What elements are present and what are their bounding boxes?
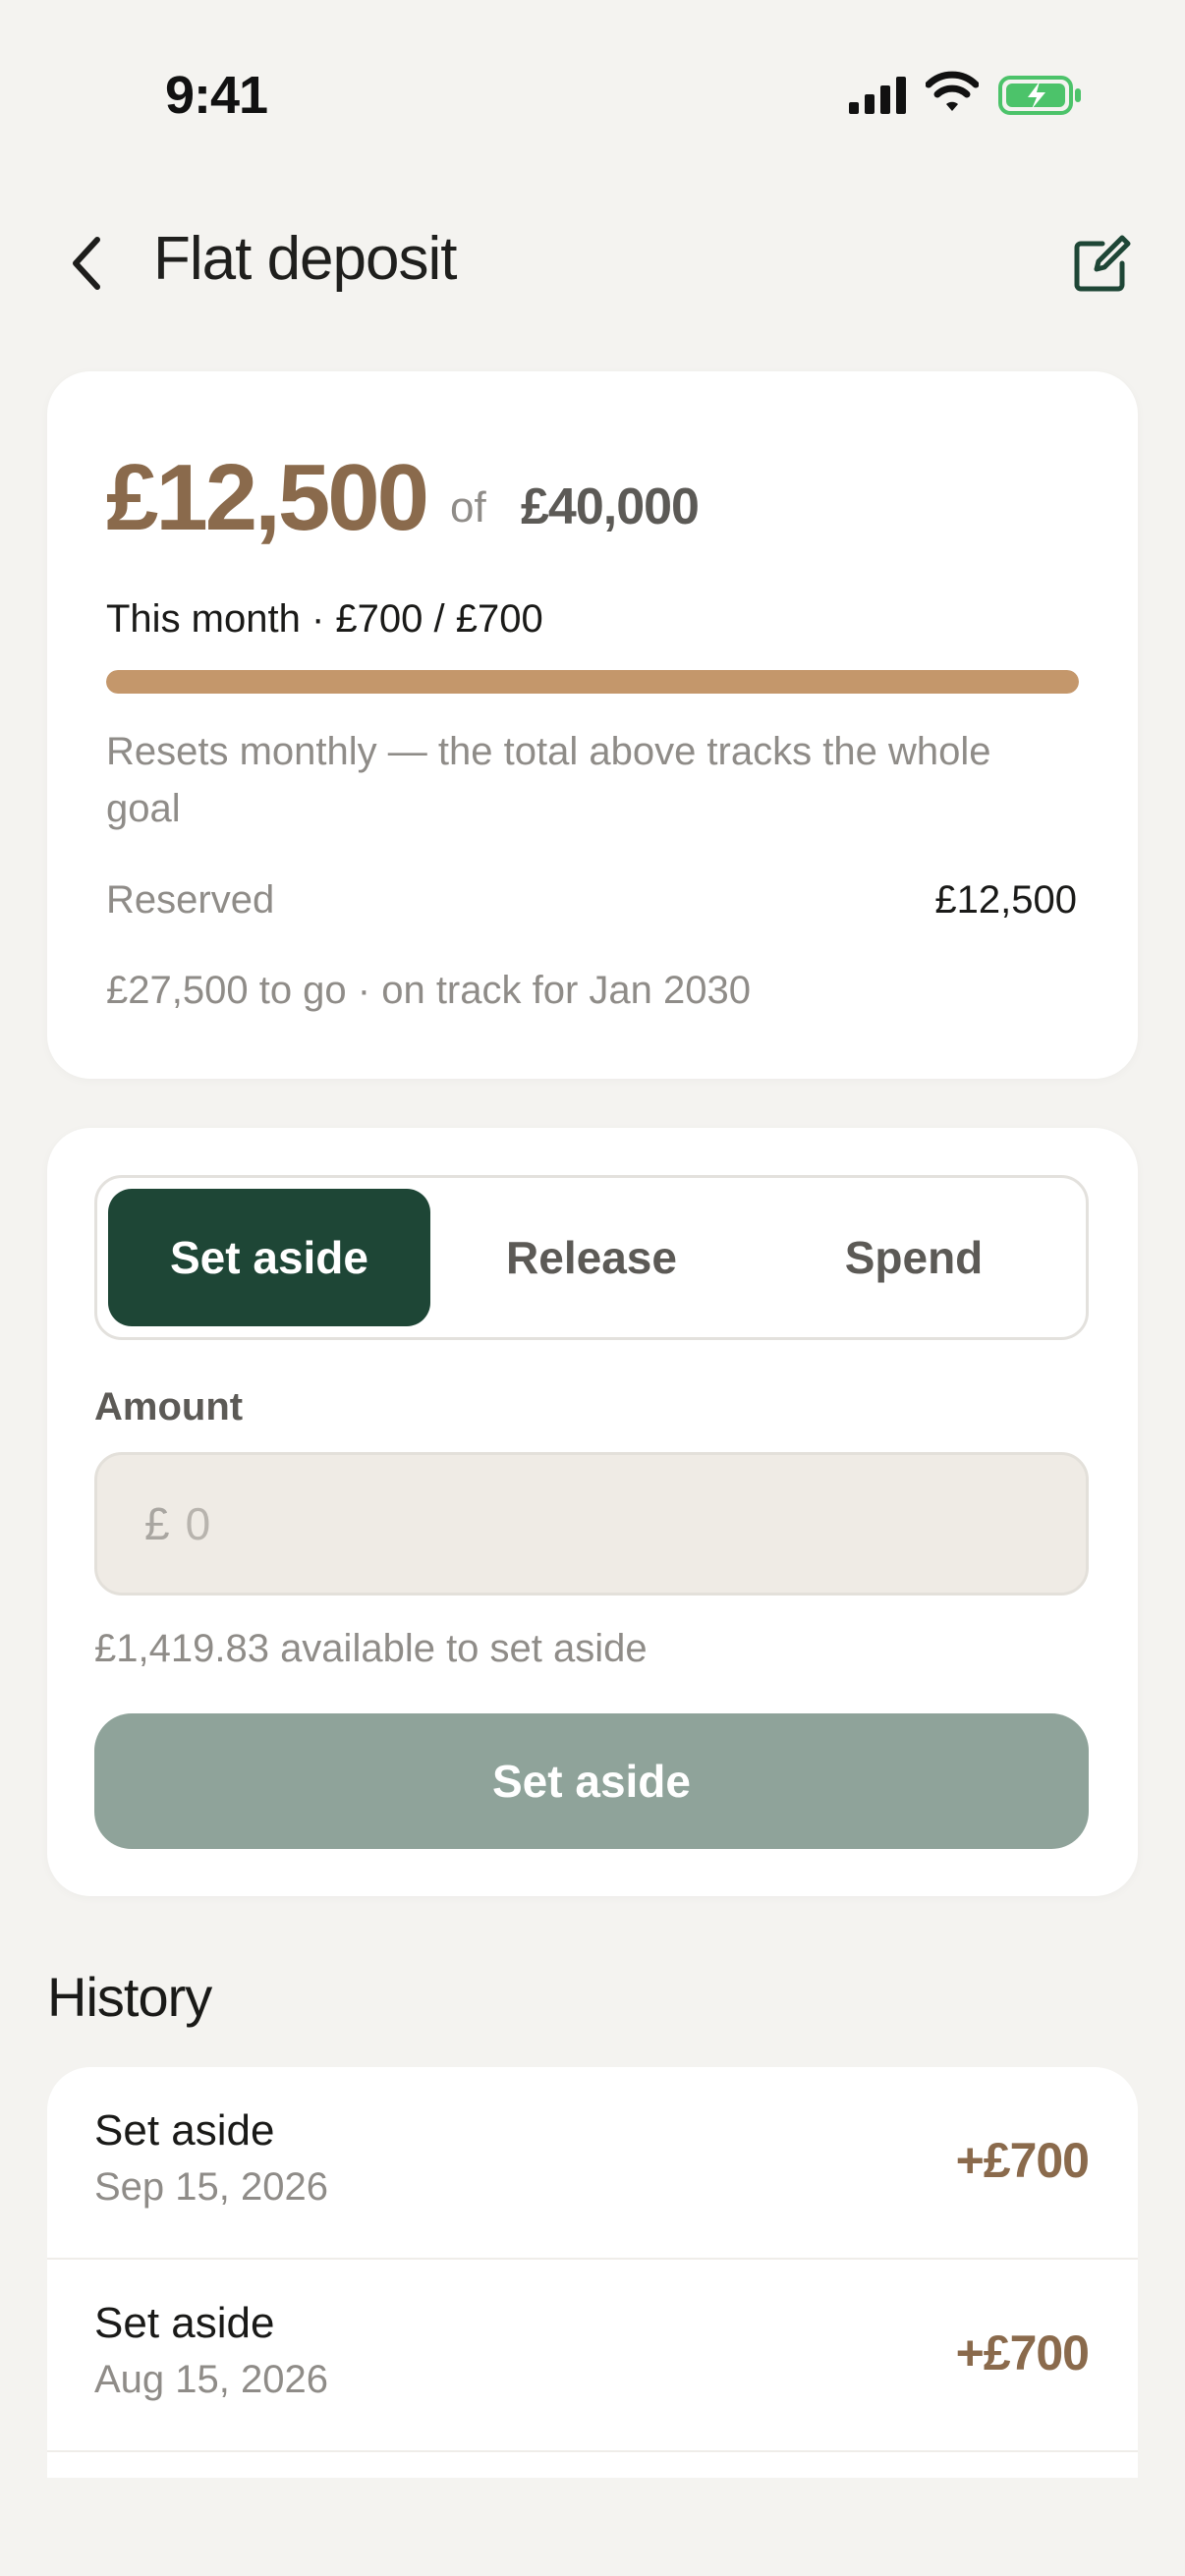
reserved-label: Reserved: [106, 878, 275, 922]
history-date: Aug 15, 2026: [94, 2358, 328, 2401]
set-aside-button[interactable]: Set aside: [94, 1713, 1089, 1849]
currency-symbol: £: [144, 1498, 170, 1549]
battery-charging-icon: [998, 76, 1081, 115]
reserved-value: £12,500: [934, 878, 1077, 922]
monthly-progress-bar: [106, 670, 1079, 694]
available-balance: £1,419.83 available to set aside: [94, 1627, 648, 1670]
back-button[interactable]: [57, 234, 116, 293]
back-chevron-icon: [73, 237, 100, 290]
signal-icon: [849, 77, 906, 114]
wifi-icon: [926, 71, 979, 111]
remaining-forecast: £27,500 to go · on track for Jan 2030: [106, 969, 751, 1012]
history-amount: +£700: [955, 2133, 1090, 2188]
segment-spend[interactable]: Spend: [753, 1189, 1075, 1326]
reset-note: Resets monthly — the total above tracks …: [106, 730, 991, 830]
history-row[interactable]: Set aside Aug 15, 2026 +£700: [47, 2260, 1138, 2452]
target-amount: £40,000: [521, 478, 700, 535]
amount-label: Amount: [94, 1385, 244, 1428]
monthly-progress-label: This month · £700 / £700: [106, 597, 543, 641]
edit-icon: [1074, 235, 1131, 292]
history-type: Set aside: [94, 2106, 275, 2155]
segment-set-aside[interactable]: Set aside: [108, 1189, 430, 1326]
edit-button[interactable]: [1069, 232, 1134, 297]
action-segmented-control: Set aside Release Spend: [94, 1175, 1089, 1340]
status-time: 9:41: [165, 66, 268, 125]
history-row[interactable]: Set aside Sep 15, 2026 +£700: [47, 2067, 1138, 2260]
history-list: Set aside Sep 15, 2026 +£700 Set aside A…: [47, 2067, 1138, 2478]
segment-release[interactable]: Release: [430, 1189, 753, 1326]
history-date: Sep 15, 2026: [94, 2165, 328, 2209]
amount-input[interactable]: [183, 1496, 974, 1551]
saved-amount: £12,500: [106, 445, 429, 550]
page-title: Flat deposit: [153, 225, 458, 293]
of-label: of: [450, 483, 486, 532]
amount-field[interactable]: £: [94, 1452, 1089, 1596]
monthly-progress-fill: [106, 670, 1079, 694]
history-title: History: [47, 1966, 212, 2028]
history-type: Set aside: [94, 2299, 275, 2347]
history-amount: +£700: [955, 2325, 1090, 2380]
